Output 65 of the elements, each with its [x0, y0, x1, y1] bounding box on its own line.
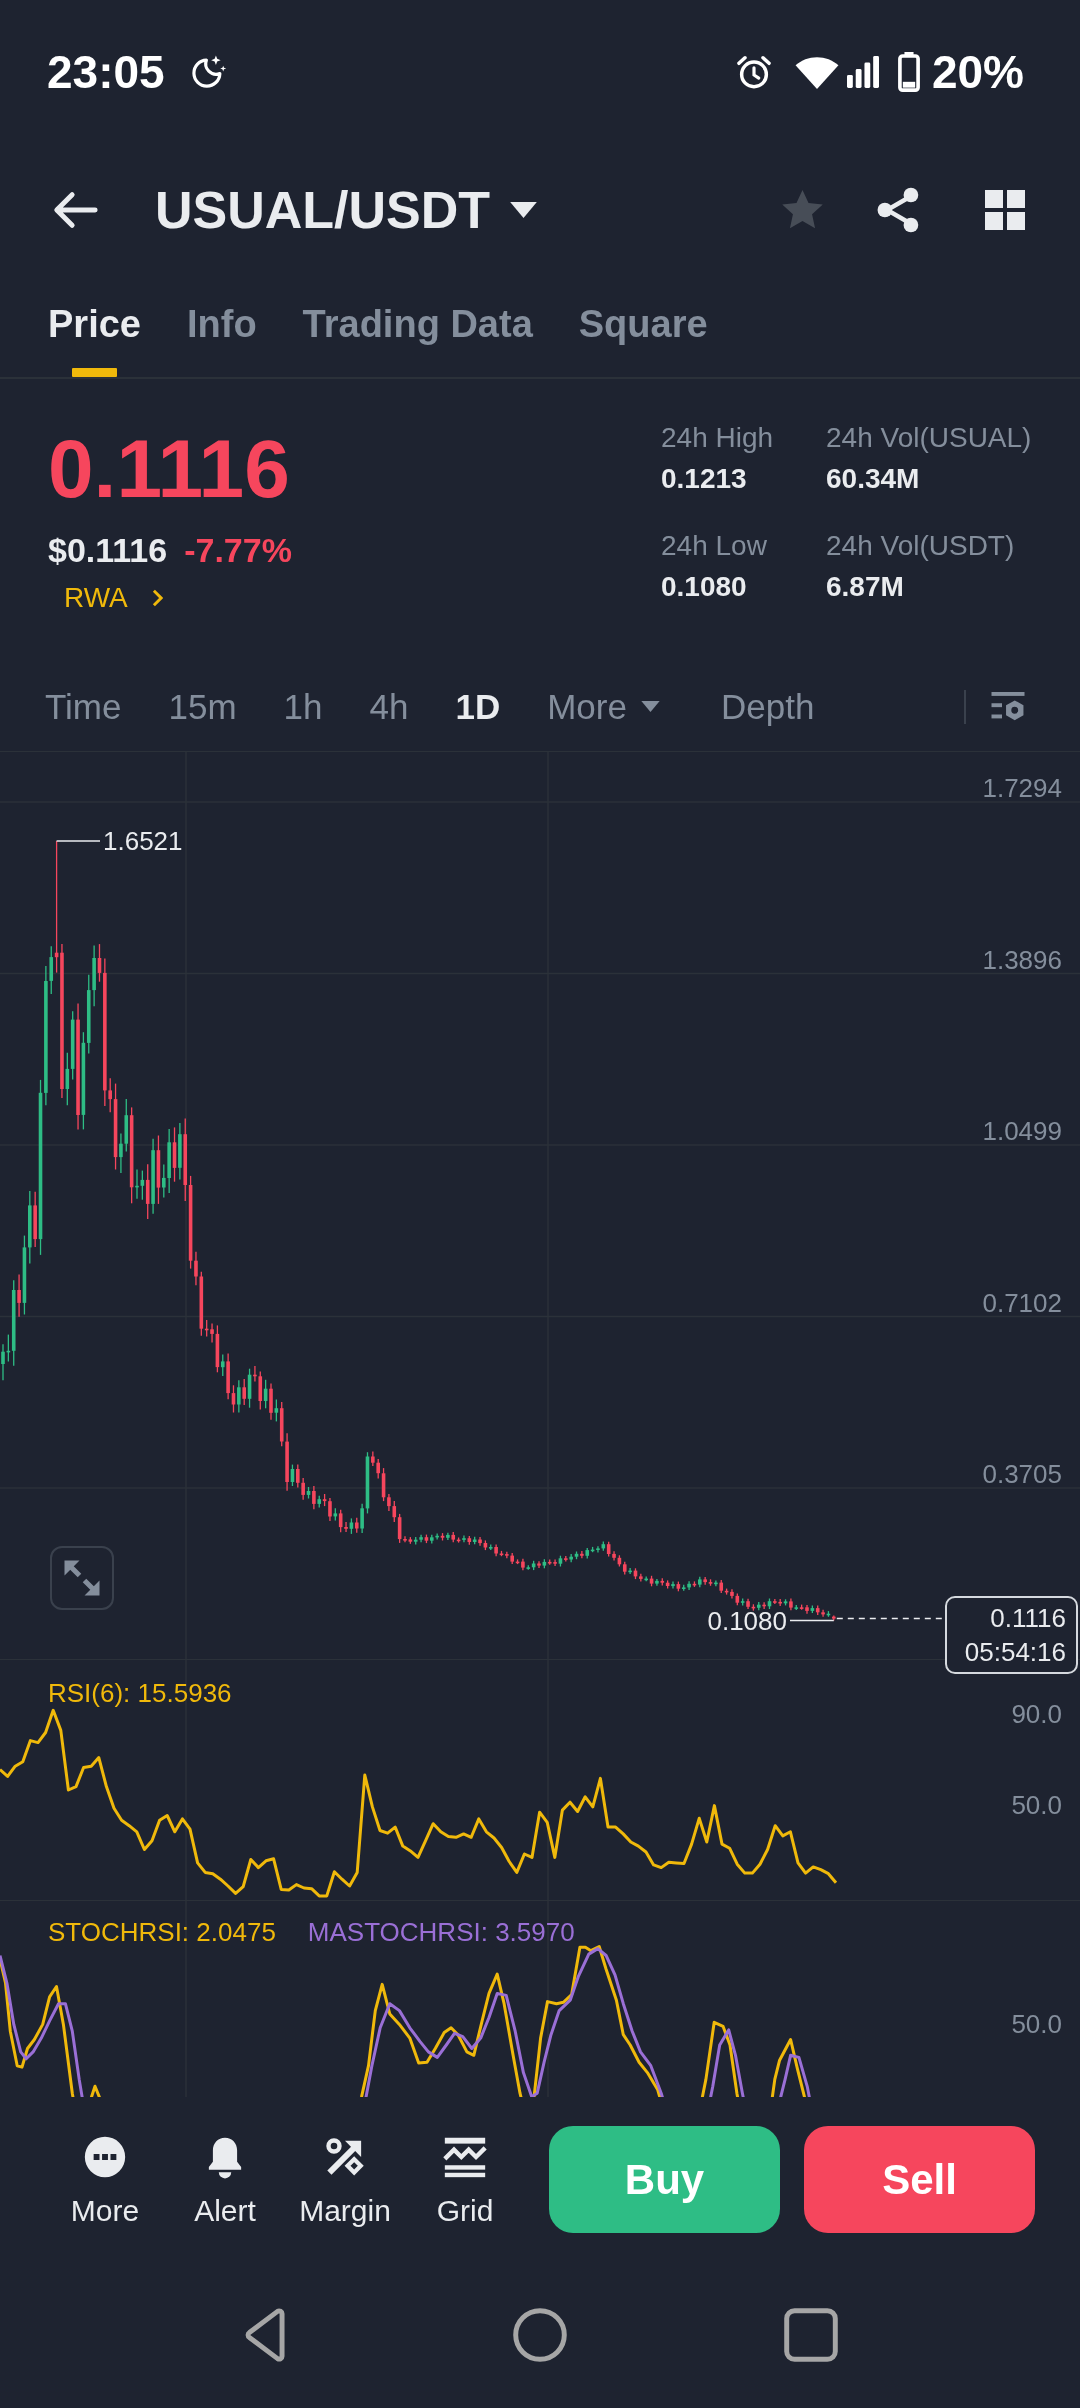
- axis-label: 50.0: [1011, 2009, 1062, 2039]
- tab[interactable]: Price: [48, 276, 141, 377]
- tool-button[interactable]: Margin: [285, 2126, 405, 2229]
- stat-label: 24h Low: [661, 529, 767, 563]
- interval-tab[interactable]: 1h: [283, 684, 323, 729]
- price-axis-label: 0.7102: [982, 1287, 1062, 1318]
- caret-icon: [510, 202, 538, 218]
- tab[interactable]: Square: [578, 276, 708, 377]
- y-axis-tick-label: 50.0: [1011, 1789, 1062, 1820]
- signal-icon: [846, 56, 879, 88]
- chevron-icon: [151, 589, 163, 607]
- price-axis-label: 1.3896: [982, 944, 1062, 975]
- tool-button[interactable]: Grid: [405, 2126, 525, 2229]
- expand-icon: [62, 1558, 102, 1598]
- stat-value: 60.34M: [826, 462, 920, 496]
- stat-label: 24h Vol(USUAL): [826, 421, 1032, 455]
- last-price: 0.1116: [48, 422, 290, 516]
- indicator-legend: MASTOCHRSI: 3.5970: [307, 1914, 575, 1950]
- status-time: 23:05: [47, 45, 165, 99]
- price-axis-label: 1.7294: [982, 773, 1062, 803]
- pair-selector-button[interactable]: USUAL/USDT: [155, 179, 538, 241]
- rsi-legend: RSI(6): 15.5936: [48, 1675, 232, 1711]
- interval-tab[interactable]: 4h: [369, 684, 409, 729]
- back-arrow-icon[interactable]: [52, 190, 98, 230]
- battery-icon: [897, 52, 920, 92]
- interval-tab[interactable]: Depth: [720, 684, 815, 729]
- alarm-clock-icon: [734, 53, 773, 91]
- low-price-label: 0.1080: [707, 1605, 787, 1636]
- dots-icon: [83, 2135, 127, 2179]
- high-price-leader: [55, 840, 101, 842]
- tool-button[interactable]: Alert: [165, 2126, 285, 2229]
- price-axis-label: 0.3705: [982, 1459, 1062, 1489]
- interval-tab[interactable]: 1D: [455, 684, 501, 729]
- countdown-timer: 05:54:16: [964, 1635, 1066, 1669]
- grid-icon[interactable]: [985, 190, 1025, 230]
- interval-tab[interactable]: 15m: [168, 684, 237, 729]
- caret-icon: [640, 701, 660, 712]
- fullscreen-button[interactable]: [50, 1546, 114, 1610]
- grid-chart-icon: [443, 2135, 487, 2179]
- stat-label: 24h Vol(USDT): [826, 529, 1015, 563]
- y-axis-tick-label: 90.0: [1011, 1699, 1062, 1730]
- tab[interactable]: Trading Data: [302, 276, 533, 377]
- high-price-label: 1.6521: [103, 826, 183, 856]
- low-price-leader: [789, 1619, 835, 1622]
- usd-price: $0.1116: [48, 530, 168, 571]
- share-icon[interactable]: [877, 187, 921, 233]
- wifi-icon: [794, 54, 839, 90]
- nav-recents-icon[interactable]: [784, 2308, 838, 2362]
- tab[interactable]: Info: [186, 276, 257, 377]
- battery-percentage: 20%: [931, 45, 1024, 99]
- indicator-legend: STOCHRSI: 2.0475: [48, 1914, 276, 1950]
- sell-button[interactable]: Sell: [804, 2126, 1035, 2233]
- interval-tab[interactable]: Time: [45, 684, 122, 729]
- price-axis-label: 1.0499: [982, 1116, 1062, 1146]
- nav-home-icon[interactable]: [513, 2308, 567, 2362]
- stat-value: 0.1080: [661, 570, 747, 604]
- last-price-value: 0.1116: [990, 1601, 1066, 1635]
- sector-tag-button[interactable]: RWA: [64, 578, 163, 618]
- stat-value: 0.1213: [661, 462, 747, 496]
- tool-button[interactable]: More: [45, 2126, 165, 2229]
- price-change: -7.77%: [184, 530, 292, 571]
- stat-label: 24h High: [661, 421, 774, 455]
- stat-value: 6.87M: [826, 570, 904, 604]
- buy-button[interactable]: Buy: [549, 2126, 780, 2233]
- interval-tab[interactable]: More: [547, 684, 660, 729]
